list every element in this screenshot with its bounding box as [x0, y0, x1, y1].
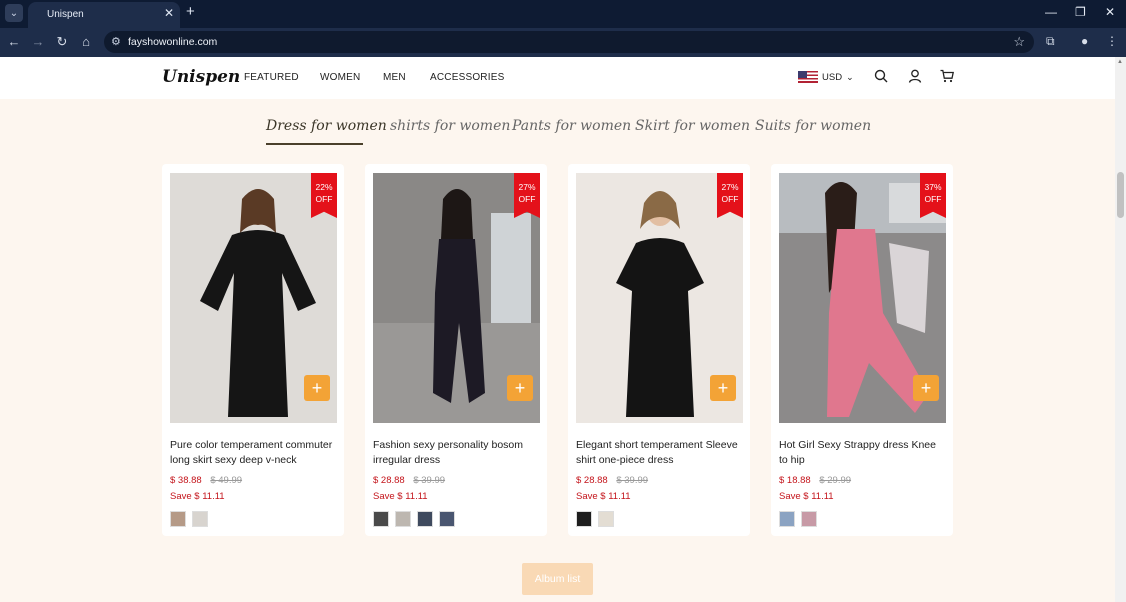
- discount-percent: 27%: [721, 182, 739, 192]
- color-swatch[interactable]: [373, 511, 389, 527]
- tab-close-icon[interactable]: ✕: [164, 6, 174, 20]
- address-bar[interactable]: ⚙ fayshowonline.com ☆: [104, 31, 1034, 53]
- discount-badge: 37% OFF: [920, 173, 946, 218]
- scroll-up-icon[interactable]: ▲: [1117, 59, 1123, 65]
- price-row: $ 28.88 $ 39.99: [576, 475, 648, 486]
- original-price: $ 39.99: [413, 475, 446, 486]
- sale-price: $ 28.88: [373, 475, 405, 486]
- discount-off-label: OFF: [315, 194, 333, 204]
- discount-off-label: OFF: [721, 194, 739, 204]
- add-to-cart-button[interactable]: +: [710, 375, 736, 401]
- chevron-down-icon: ⌄: [846, 71, 854, 82]
- color-swatch[interactable]: [779, 511, 795, 527]
- color-swatches: [779, 511, 817, 527]
- add-to-cart-button[interactable]: +: [913, 375, 939, 401]
- site-info-icon[interactable]: ⚙: [111, 35, 121, 48]
- color-swatch[interactable]: [170, 511, 186, 527]
- tab-title: Unispen: [47, 9, 84, 20]
- original-price: $ 29.99: [819, 475, 852, 486]
- product-card[interactable]: 27% OFF + Fashion sexy personality bosom…: [365, 164, 547, 536]
- discount-badge: 27% OFF: [514, 173, 540, 218]
- nav-women[interactable]: WOMEN: [320, 72, 360, 83]
- discount-percent: 37%: [924, 182, 942, 192]
- color-swatch[interactable]: [576, 511, 592, 527]
- original-price: $ 39.99: [616, 475, 649, 486]
- sale-price: $ 38.88: [170, 475, 202, 486]
- color-swatch[interactable]: [801, 511, 817, 527]
- back-icon[interactable]: ←: [6, 34, 22, 49]
- minimize-icon[interactable]: —: [1045, 5, 1057, 19]
- original-price: $ 49.99: [210, 475, 243, 486]
- forward-icon[interactable]: →: [30, 34, 46, 49]
- nav-men[interactable]: MEN: [383, 72, 406, 83]
- discount-off-label: OFF: [518, 194, 536, 204]
- product-card[interactable]: 22% OFF + Pure color temperament commute…: [162, 164, 344, 536]
- category-tab-skirt[interactable]: Skirt for women: [635, 118, 750, 134]
- bookmark-star-icon[interactable]: ☆: [1013, 34, 1025, 50]
- save-amount: Save $ 11.11: [373, 491, 428, 502]
- save-amount: Save $ 11.11: [170, 491, 225, 502]
- us-flag-icon: [798, 71, 818, 83]
- scroll-thumb[interactable]: [1117, 172, 1124, 218]
- nav-featured[interactable]: FEATURED: [244, 72, 299, 83]
- tab-search-chevron-icon[interactable]: ⌄: [5, 4, 23, 22]
- url-text[interactable]: fayshowonline.com: [128, 36, 217, 48]
- currency-label: USD: [822, 71, 843, 83]
- extensions-icon[interactable]: ⧉: [1046, 34, 1055, 49]
- sale-price: $ 28.88: [576, 475, 608, 486]
- product-title[interactable]: Fashion sexy personality bosom irregular…: [373, 438, 541, 468]
- product-card[interactable]: 37% OFF + Hot Girl Sexy Strappy dress Kn…: [771, 164, 953, 536]
- search-icon[interactable]: [874, 69, 888, 83]
- page-scrollbar[interactable]: ▲: [1115, 57, 1126, 602]
- home-icon[interactable]: ⌂: [78, 34, 94, 49]
- browser-tab[interactable]: Unispen ✕: [28, 2, 180, 28]
- nav-accessories[interactable]: ACCESSORIES: [430, 72, 504, 83]
- color-swatch[interactable]: [439, 511, 455, 527]
- maximize-icon[interactable]: ❐: [1075, 5, 1086, 19]
- price-row: $ 18.88 $ 29.99: [779, 475, 851, 486]
- browser-menu-icon[interactable]: ⋮: [1106, 34, 1118, 48]
- album-list-button[interactable]: Album list: [522, 563, 593, 595]
- discount-badge: 22% OFF: [311, 173, 337, 218]
- color-swatch[interactable]: [417, 511, 433, 527]
- product-title[interactable]: Pure color temperament commuter long ski…: [170, 438, 338, 468]
- reload-icon[interactable]: ↻: [54, 34, 70, 50]
- product-title[interactable]: Hot Girl Sexy Strappy dress Knee to hip: [779, 438, 947, 468]
- discount-percent: 22%: [315, 182, 333, 192]
- account-icon[interactable]: [908, 69, 922, 83]
- browser-toolbar: ← → ↻ ⌂ ⚙ fayshowonline.com ☆ ⧉ ● ⋮: [0, 28, 1126, 57]
- category-tab-shirts[interactable]: shirts for women: [390, 118, 510, 134]
- add-to-cart-button[interactable]: +: [507, 375, 533, 401]
- color-swatch[interactable]: [598, 511, 614, 527]
- color-swatches: [373, 511, 455, 527]
- product-card[interactable]: 27% OFF + Elegant short temperament Slee…: [568, 164, 750, 536]
- discount-off-label: OFF: [924, 194, 942, 204]
- browser-tab-bar: ⌄ Unispen ✕ + — ❐ ✕: [0, 0, 1126, 28]
- currency-selector[interactable]: USD ⌄: [798, 71, 854, 83]
- category-tab-suits[interactable]: Suits for women: [755, 118, 871, 134]
- save-amount: Save $ 11.11: [576, 491, 631, 502]
- color-swatch[interactable]: [192, 511, 208, 527]
- site-logo[interactable]: Unispen: [162, 67, 240, 87]
- save-amount: Save $ 11.11: [779, 491, 834, 502]
- cart-icon[interactable]: [940, 69, 954, 83]
- color-swatches: [170, 511, 208, 527]
- price-row: $ 28.88 $ 39.99: [373, 475, 445, 486]
- price-row: $ 38.88 $ 49.99: [170, 475, 242, 486]
- color-swatch[interactable]: [395, 511, 411, 527]
- new-tab-icon[interactable]: +: [186, 4, 195, 20]
- active-category-underline: [266, 143, 363, 145]
- category-tab-dress[interactable]: Dress for women: [266, 118, 387, 134]
- color-swatches: [576, 511, 614, 527]
- sale-price: $ 18.88: [779, 475, 811, 486]
- add-to-cart-button[interactable]: +: [304, 375, 330, 401]
- discount-badge: 27% OFF: [717, 173, 743, 218]
- discount-percent: 27%: [518, 182, 536, 192]
- close-window-icon[interactable]: ✕: [1105, 5, 1115, 19]
- product-title[interactable]: Elegant short temperament Sleeve shirt o…: [576, 438, 744, 468]
- site-header: Unispen FEATURED WOMEN MEN ACCESSORIES U…: [0, 57, 1115, 99]
- category-tab-pants[interactable]: Pants for women: [512, 118, 631, 134]
- profile-icon[interactable]: ●: [1081, 34, 1088, 48]
